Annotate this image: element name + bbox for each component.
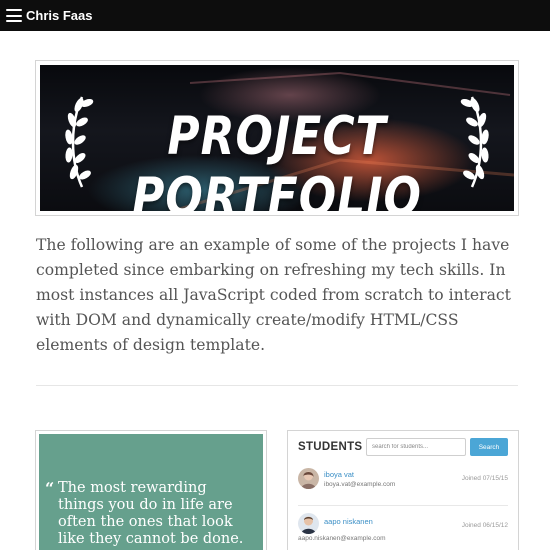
student-name[interactable]: aapo niskanen — [324, 517, 373, 526]
hero-title: PROJECT PORTFOLIO — [132, 106, 422, 211]
brand-name[interactable]: Chris Faas — [26, 8, 92, 23]
student-name[interactable]: iboya vat — [324, 470, 354, 479]
student-list-item: aapo niskanen aapo.niskanen@example.com … — [298, 506, 508, 550]
student-list-item: iboya vat iboya.vat@example.com Joined 0… — [298, 461, 508, 506]
intro-paragraph: The following are an example of some of … — [36, 236, 511, 354]
project-card-quote[interactable]: “ The most rewarding things you do in li… — [35, 430, 267, 550]
hero-image: PROJECT PORTFOLIO — [40, 65, 514, 211]
quote-panel: “ The most rewarding things you do in li… — [39, 434, 263, 550]
student-email: iboya.vat@example.com — [324, 481, 396, 488]
section-divider — [36, 385, 518, 386]
search-button[interactable]: Search — [470, 438, 508, 456]
quote-block: “ The most rewarding things you do in li… — [45, 480, 253, 550]
students-header: STUDENTS Search — [298, 433, 508, 461]
students-title: STUDENTS — [298, 441, 363, 453]
student-joined-date: Joined 06/15/12 — [461, 522, 508, 529]
top-navbar: Chris Faas — [0, 0, 550, 31]
student-search-input[interactable] — [366, 438, 466, 456]
hamburger-menu-icon[interactable] — [6, 9, 22, 22]
student-email: aapo.niskanen@example.com — [298, 535, 386, 542]
hero-banner: PROJECT PORTFOLIO — [35, 60, 519, 216]
quote-text: The most rewarding things you do in life… — [58, 480, 244, 547]
avatar — [298, 513, 319, 534]
project-card-students[interactable]: STUDENTS Search iboya vat iboya.vat@exam… — [287, 430, 519, 550]
avatar — [298, 468, 319, 489]
open-quote-icon: “ — [45, 479, 55, 498]
student-joined-date: Joined 07/15/15 — [461, 475, 508, 482]
